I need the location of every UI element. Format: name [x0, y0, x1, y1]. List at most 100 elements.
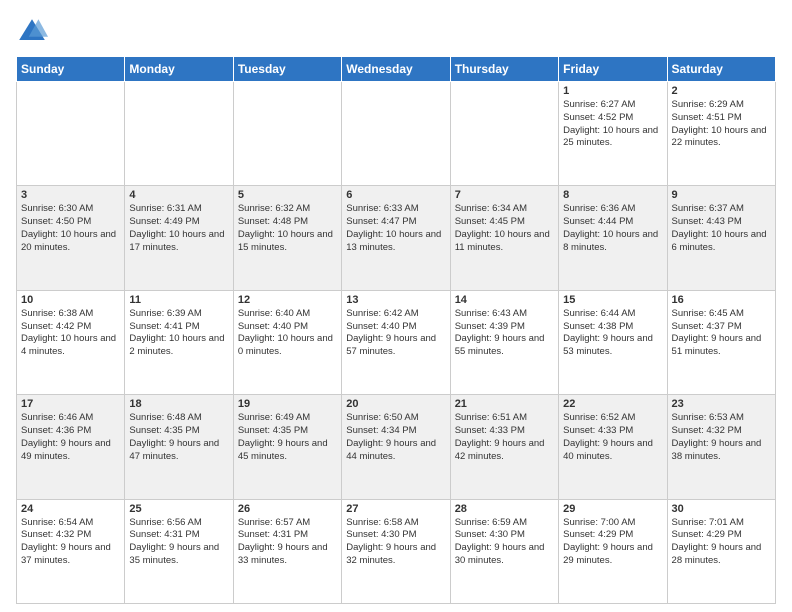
day-info: Sunrise: 6:53 AM [672, 412, 771, 425]
calendar-cell: 2 Sunrise: 6:29 AMSunset: 4:51 PMDaylight… [667, 82, 775, 186]
day-info: Sunrise: 6:57 AM [238, 517, 337, 530]
day-info: Daylight: 10 hours and 11 minutes. [455, 229, 554, 255]
day-info: Daylight: 10 hours and 2 minutes. [129, 333, 228, 359]
week-row-2: 10Sunrise: 6:38 AMSunset: 4:42 PMDayligh… [17, 290, 776, 394]
day-number: 30 [672, 503, 771, 515]
day-header-monday: Monday [125, 57, 233, 82]
calendar-cell: 24Sunrise: 6:54 AMSunset: 4:32 PMDayligh… [17, 499, 125, 603]
calendar-cell: 11Sunrise: 6:39 AMSunset: 4:41 PMDayligh… [125, 290, 233, 394]
day-info: Sunrise: 6:30 AM [21, 203, 120, 216]
day-info: Sunset: 4:35 PM [129, 425, 228, 438]
day-info: Sunrise: 6:54 AM [21, 517, 120, 530]
day-number: 19 [238, 398, 337, 410]
day-number: 14 [455, 294, 554, 306]
calendar-cell: 19 Sunrise: 6:49 AMSunset: 4:35 PMDayligh… [233, 395, 341, 499]
calendar-cell: 29Sunrise: 7:00 AMSunset: 4:29 PMDayligh… [559, 499, 667, 603]
calendar-cell: 23Sunrise: 6:53 AMSunset: 4:32 PMDayligh… [667, 395, 775, 499]
calendar-cell: 22Sunrise: 6:52 AMSunset: 4:33 PMDayligh… [559, 395, 667, 499]
day-info: Sunrise: 6:43 AM [455, 308, 554, 321]
day-info: Daylight: 9 hours and 51 minutes. [672, 333, 771, 359]
day-info: Sunrise: 6:27 AM [563, 99, 662, 112]
day-number: 8 [563, 189, 662, 201]
calendar-cell [17, 82, 125, 186]
day-info: Sunrise: 6:36 AM [563, 203, 662, 216]
day-number: 25 [129, 503, 228, 515]
calendar-cell: 27Sunrise: 6:58 AMSunset: 4:30 PMDayligh… [342, 499, 450, 603]
day-info: Sunset: 4:42 PM [21, 321, 120, 334]
day-number: 10 [21, 294, 120, 306]
day-info: Daylight: 10 hours and 25 minutes. [563, 125, 662, 151]
day-info: Sunrise: 6:49 AM [238, 412, 337, 425]
day-number: 5 [238, 189, 337, 201]
calendar-cell: 17Sunrise: 6:46 AMSunset: 4:36 PMDayligh… [17, 395, 125, 499]
calendar: SundayMondayTuesdayWednesdayThursdayFrid… [16, 56, 776, 604]
calendar-cell: 28Sunrise: 6:59 AMSunset: 4:30 PMDayligh… [450, 499, 558, 603]
day-info: Daylight: 10 hours and 20 minutes. [21, 229, 120, 255]
day-info: Sunset: 4:32 PM [672, 425, 771, 438]
calendar-cell: 13Sunrise: 6:42 AMSunset: 4:40 PMDayligh… [342, 290, 450, 394]
day-info: Sunrise: 6:42 AM [346, 308, 445, 321]
calendar-cell: 15Sunrise: 6:44 AMSunset: 4:38 PMDayligh… [559, 290, 667, 394]
day-info: Sunset: 4:35 PM [238, 425, 337, 438]
day-info: Daylight: 9 hours and 28 minutes. [672, 542, 771, 568]
day-info: Sunrise: 6:46 AM [21, 412, 120, 425]
day-number: 12 [238, 294, 337, 306]
day-info: Daylight: 10 hours and 8 minutes. [563, 229, 662, 255]
day-info: Sunrise: 6:39 AM [129, 308, 228, 321]
day-header-sunday: Sunday [17, 57, 125, 82]
day-info: Sunset: 4:37 PM [672, 321, 771, 334]
day-number: 2 [672, 85, 771, 97]
calendar-cell: 8 Sunrise: 6:36 AMSunset: 4:44 PMDaylight… [559, 186, 667, 290]
day-info: Daylight: 9 hours and 40 minutes. [563, 438, 662, 464]
day-info: Sunrise: 6:33 AM [346, 203, 445, 216]
day-info: Sunrise: 6:44 AM [563, 308, 662, 321]
page: SundayMondayTuesdayWednesdayThursdayFrid… [0, 0, 792, 612]
header [16, 16, 776, 48]
day-number: 7 [455, 189, 554, 201]
calendar-cell: 18Sunrise: 6:48 AMSunset: 4:35 PMDayligh… [125, 395, 233, 499]
calendar-cell: 5Sunrise: 6:32 AMSunset: 4:48 PMDaylight… [233, 186, 341, 290]
day-number: 18 [129, 398, 228, 410]
day-info: Daylight: 9 hours and 30 minutes. [455, 542, 554, 568]
week-row-0: 1Sunrise: 6:27 AMSunset: 4:52 PMDaylight… [17, 82, 776, 186]
day-info: Sunrise: 6:34 AM [455, 203, 554, 216]
week-row-1: 3Sunrise: 6:30 AMSunset: 4:50 PMDaylight… [17, 186, 776, 290]
day-number: 29 [563, 503, 662, 515]
day-info: Sunset: 4:43 PM [672, 216, 771, 229]
calendar-cell: 30Sunrise: 7:01 AMSunset: 4:29 PMDayligh… [667, 499, 775, 603]
day-info: Sunset: 4:44 PM [563, 216, 662, 229]
day-info: Sunset: 4:50 PM [21, 216, 120, 229]
day-info: Sunrise: 6:31 AM [129, 203, 228, 216]
day-number: 27 [346, 503, 445, 515]
day-info: Sunset: 4:33 PM [455, 425, 554, 438]
day-number: 24 [21, 503, 120, 515]
day-number: 13 [346, 294, 445, 306]
calendar-cell [125, 82, 233, 186]
day-info: Sunrise: 6:51 AM [455, 412, 554, 425]
day-info: Sunset: 4:29 PM [563, 529, 662, 542]
day-number: 1 [563, 85, 662, 97]
day-number: 28 [455, 503, 554, 515]
day-info: Sunset: 4:31 PM [129, 529, 228, 542]
day-info: Daylight: 9 hours and 38 minutes. [672, 438, 771, 464]
day-info: Sunrise: 6:52 AM [563, 412, 662, 425]
day-info: Daylight: 10 hours and 22 minutes. [672, 125, 771, 151]
day-info: Daylight: 9 hours and 49 minutes. [21, 438, 120, 464]
day-number: 11 [129, 294, 228, 306]
day-info: Sunset: 4:36 PM [21, 425, 120, 438]
day-info: Daylight: 10 hours and 6 minutes. [672, 229, 771, 255]
day-number: 15 [563, 294, 662, 306]
day-info: Sunrise: 6:40 AM [238, 308, 337, 321]
day-info: Sunset: 4:33 PM [563, 425, 662, 438]
logo [16, 16, 52, 48]
day-info: Sunrise: 6:29 AM [672, 99, 771, 112]
day-info: Sunrise: 7:01 AM [672, 517, 771, 530]
day-info: Daylight: 9 hours and 45 minutes. [238, 438, 337, 464]
day-info: Sunset: 4:51 PM [672, 112, 771, 125]
calendar-cell: 3 Sunrise: 6:30 AMSunset: 4:50 PMDaylight… [17, 186, 125, 290]
day-info: Sunset: 4:30 PM [346, 529, 445, 542]
day-info: Sunset: 4:31 PM [238, 529, 337, 542]
calendar-cell: 21Sunrise: 6:51 AMSunset: 4:33 PMDayligh… [450, 395, 558, 499]
day-info: Sunset: 4:32 PM [21, 529, 120, 542]
day-number: 3 [21, 189, 120, 201]
